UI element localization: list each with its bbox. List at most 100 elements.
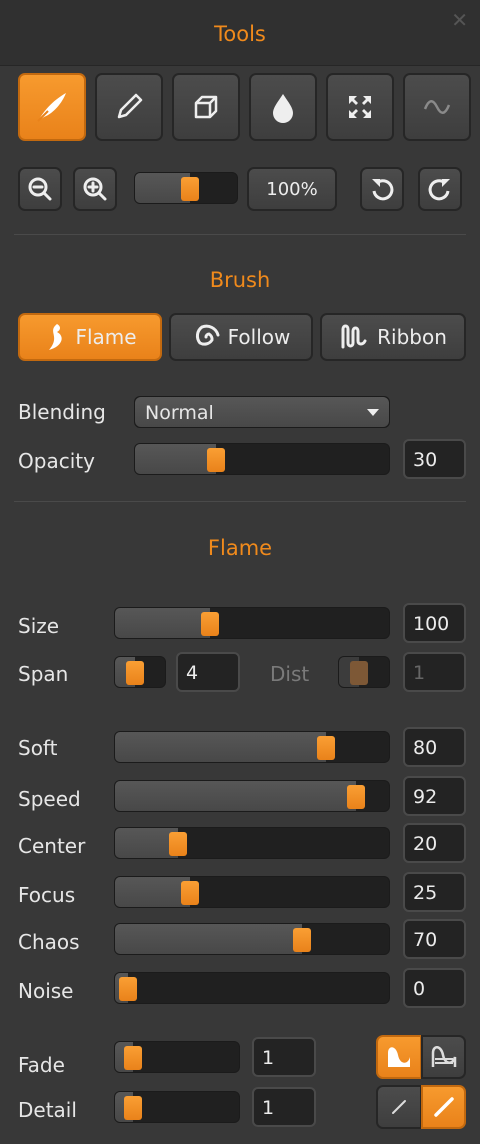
feather-icon bbox=[37, 93, 66, 122]
soft-value-field[interactable]: 80 bbox=[403, 727, 466, 767]
focus-value-field[interactable]: 25 bbox=[403, 872, 466, 912]
detail-slider-thumb[interactable] bbox=[123, 1096, 142, 1120]
tools-panel: Tools ✕ 100% Brush Flame Follow Ribbon B… bbox=[0, 0, 480, 1144]
soft-slider-thumb[interactable] bbox=[317, 736, 336, 760]
opacity-slider-thumb[interactable] bbox=[207, 448, 226, 472]
speed-label: Speed bbox=[18, 787, 81, 811]
span-value-field[interactable]: 4 bbox=[176, 652, 240, 692]
brush-ribbon-button[interactable]: Ribbon bbox=[320, 313, 466, 361]
zoom-out-button[interactable] bbox=[18, 167, 62, 211]
brush-flame-button[interactable]: Flame bbox=[18, 313, 162, 361]
thick-line-icon bbox=[433, 1097, 454, 1117]
detail-label: Detail bbox=[18, 1098, 77, 1122]
span-slider-thumb[interactable] bbox=[126, 661, 145, 685]
size-slider-fill bbox=[115, 608, 210, 638]
wave-outline-icon bbox=[431, 1046, 456, 1067]
ribbon-icon bbox=[341, 324, 367, 349]
span-slider[interactable] bbox=[114, 656, 166, 688]
center-value-field[interactable]: 20 bbox=[403, 823, 466, 863]
fade-value-field[interactable]: 1 bbox=[252, 1037, 316, 1077]
brush-follow-label: Follow bbox=[227, 325, 291, 349]
rotate-left-button[interactable] bbox=[360, 167, 404, 211]
noise-value-field[interactable]: 0 bbox=[403, 968, 466, 1008]
focus-slider-thumb[interactable] bbox=[181, 881, 199, 905]
detail-slider[interactable] bbox=[114, 1091, 240, 1123]
opacity-label: Opacity bbox=[18, 449, 95, 473]
tool-eraser-button[interactable] bbox=[172, 73, 240, 141]
speed-slider-thumb[interactable] bbox=[347, 785, 366, 809]
rotate-right-icon bbox=[428, 179, 450, 201]
pencil-icon bbox=[117, 93, 143, 119]
detail-mode-thick-button[interactable] bbox=[421, 1085, 466, 1129]
divider bbox=[14, 501, 466, 502]
rotate-left-icon bbox=[372, 179, 394, 201]
zoom-in-icon bbox=[83, 177, 107, 201]
panel-titlebar: Tools ✕ bbox=[0, 0, 480, 66]
spiral-icon bbox=[195, 324, 220, 346]
center-slider-thumb[interactable] bbox=[168, 832, 187, 856]
focus-slider[interactable] bbox=[114, 876, 390, 908]
chaos-value-field[interactable]: 70 bbox=[403, 919, 466, 959]
opacity-slider[interactable] bbox=[134, 443, 390, 475]
chevron-down-icon bbox=[367, 409, 379, 416]
zoom-percent-button[interactable]: 100% bbox=[247, 167, 337, 211]
focus-slider-fill bbox=[115, 877, 190, 907]
tool-pencil-button[interactable] bbox=[95, 73, 163, 141]
chaos-slider-fill bbox=[115, 924, 302, 954]
panel-title: Tools bbox=[214, 22, 266, 46]
detail-value-field[interactable]: 1 bbox=[252, 1087, 316, 1127]
opacity-value-field[interactable]: 30 bbox=[403, 439, 466, 479]
blending-label: Blending bbox=[18, 400, 106, 424]
chaos-slider[interactable] bbox=[114, 923, 390, 955]
focus-label: Focus bbox=[18, 883, 76, 907]
tool-feather-button[interactable] bbox=[18, 73, 86, 141]
dist-slider-thumb[interactable] bbox=[350, 661, 369, 685]
fade-mode-wave-button[interactable] bbox=[376, 1035, 422, 1079]
blending-select[interactable]: Normal bbox=[134, 396, 390, 428]
transform-arrows-icon bbox=[349, 96, 371, 118]
zoom-in-button[interactable] bbox=[73, 167, 117, 211]
noise-slider-thumb[interactable] bbox=[119, 977, 137, 1001]
blending-select-value: Normal bbox=[145, 402, 214, 424]
zoom-slider-thumb[interactable] bbox=[180, 177, 199, 201]
fade-label: Fade bbox=[18, 1053, 65, 1077]
soft-label: Soft bbox=[18, 736, 58, 760]
tool-wave-button[interactable] bbox=[403, 73, 471, 141]
zoom-out-icon bbox=[28, 177, 52, 201]
brush-section-title: Brush bbox=[209, 268, 271, 292]
divider bbox=[14, 234, 466, 235]
speed-value-field[interactable]: 92 bbox=[403, 776, 466, 816]
thin-line-icon bbox=[392, 1100, 406, 1114]
dist-value-field[interactable]: 1 bbox=[403, 652, 466, 692]
rotate-right-button[interactable] bbox=[418, 167, 462, 211]
brush-flame-label: Flame bbox=[75, 325, 137, 349]
tool-transform-button[interactable] bbox=[326, 73, 394, 141]
eraser-icon bbox=[194, 95, 218, 119]
center-label: Center bbox=[18, 834, 86, 858]
tool-smudge-button[interactable] bbox=[249, 73, 317, 141]
dist-slider[interactable] bbox=[338, 656, 390, 688]
size-value-field[interactable]: 100 bbox=[403, 603, 466, 643]
fade-slider[interactable] bbox=[114, 1041, 240, 1073]
brush-ribbon-label: Ribbon bbox=[377, 325, 447, 349]
center-slider[interactable] bbox=[114, 827, 390, 859]
chaos-slider-thumb[interactable] bbox=[292, 928, 311, 952]
zoom-slider[interactable] bbox=[134, 172, 238, 204]
speed-slider[interactable] bbox=[114, 780, 390, 812]
span-label: Span bbox=[18, 662, 69, 686]
fade-mode-outline-button[interactable] bbox=[421, 1035, 466, 1079]
flame-section-title: Flame bbox=[207, 536, 273, 560]
noise-slider[interactable] bbox=[114, 972, 390, 1004]
opacity-slider-fill bbox=[135, 444, 217, 474]
wave-icon bbox=[423, 100, 451, 114]
soft-slider[interactable] bbox=[114, 731, 390, 763]
speed-slider-fill bbox=[115, 781, 357, 811]
size-slider[interactable] bbox=[114, 607, 390, 639]
detail-mode-thin-button[interactable] bbox=[376, 1085, 422, 1129]
brush-follow-button[interactable]: Follow bbox=[169, 313, 313, 361]
fade-slider-thumb[interactable] bbox=[123, 1046, 142, 1070]
close-icon[interactable]: ✕ bbox=[451, 8, 468, 32]
size-slider-thumb[interactable] bbox=[200, 612, 219, 636]
dist-label: Dist bbox=[270, 662, 310, 686]
wave-fill-icon bbox=[388, 1047, 410, 1067]
